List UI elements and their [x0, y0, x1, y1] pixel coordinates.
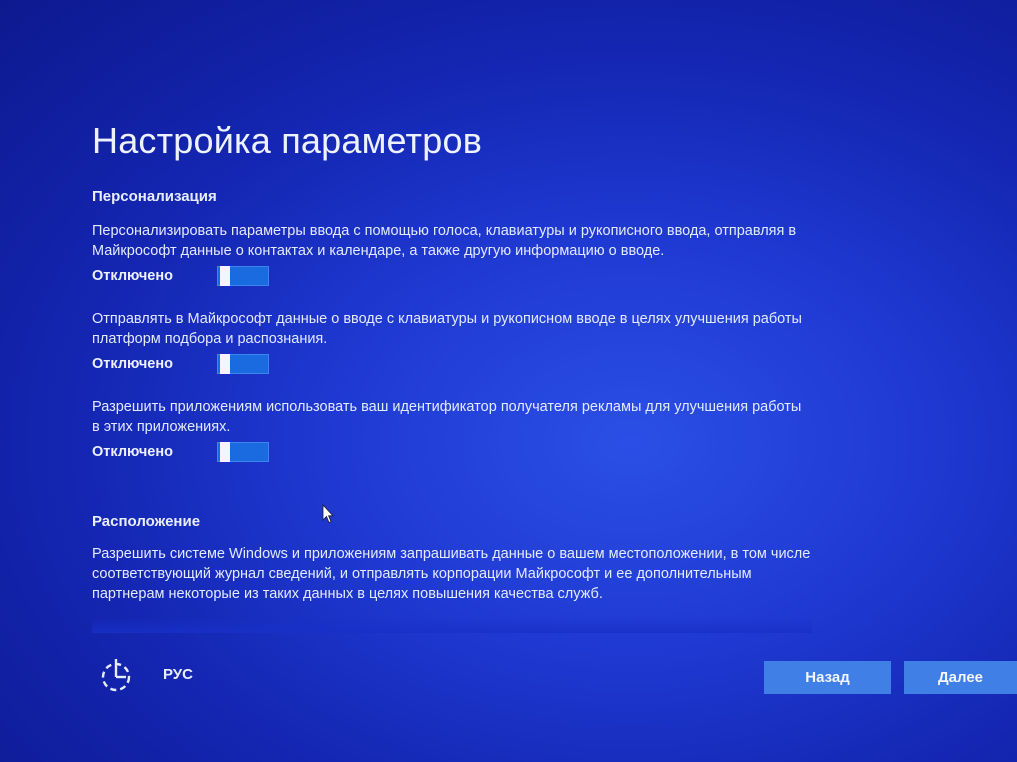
toggle-state-label: Отключено — [92, 444, 173, 460]
setting-input-personalization: Персонализировать параметры ввода с помо… — [92, 221, 812, 287]
toggle-thumb — [220, 266, 230, 286]
toggle-advertising-id[interactable] — [217, 442, 269, 462]
toggle-typing-data[interactable] — [217, 354, 269, 374]
setting-description: Отправлять в Майкрософт данные о вводе с… — [92, 311, 802, 347]
location-heading: Расположение — [92, 513, 201, 530]
toggle-thumb — [220, 354, 230, 374]
back-button[interactable]: Назад — [764, 661, 891, 694]
toggle-input-personalization[interactable] — [217, 266, 269, 286]
toggle-thumb — [220, 442, 230, 462]
setting-description: Персонализировать параметры ввода с помо… — [92, 223, 797, 259]
mouse-cursor-icon — [322, 504, 334, 524]
personalization-heading: Персонализация — [92, 188, 217, 205]
oobe-settings-screen: Настройка параметров Персонализация Перс… — [0, 0, 1017, 762]
setting-typing-data: Отправлять в Майкрософт данные о вводе с… — [92, 309, 812, 375]
setting-row: Отключено — [92, 441, 812, 463]
bottom-bar: РУС Назад Далее — [0, 648, 1017, 708]
setting-advertising-id: Разрешить приложениям использовать ваш и… — [92, 397, 812, 463]
scroll-fade — [92, 617, 812, 633]
settings-scroll-area[interactable]: Персонализация Персонализировать парамет… — [92, 188, 812, 633]
location-description: Разрешить системе Windows и приложениям … — [92, 546, 811, 602]
toggle-state-label: Отключено — [92, 268, 173, 284]
setting-description: Разрешить приложениям использовать ваш и… — [92, 399, 802, 435]
page-title: Настройка параметров — [92, 120, 483, 161]
setting-row: Отключено — [92, 353, 812, 375]
toggle-state-label: Отключено — [92, 356, 173, 372]
next-button[interactable]: Далее — [904, 661, 1017, 694]
ease-of-access-icon[interactable] — [97, 656, 135, 694]
language-indicator[interactable]: РУС — [163, 666, 193, 683]
setting-row: Отключено — [92, 265, 812, 287]
